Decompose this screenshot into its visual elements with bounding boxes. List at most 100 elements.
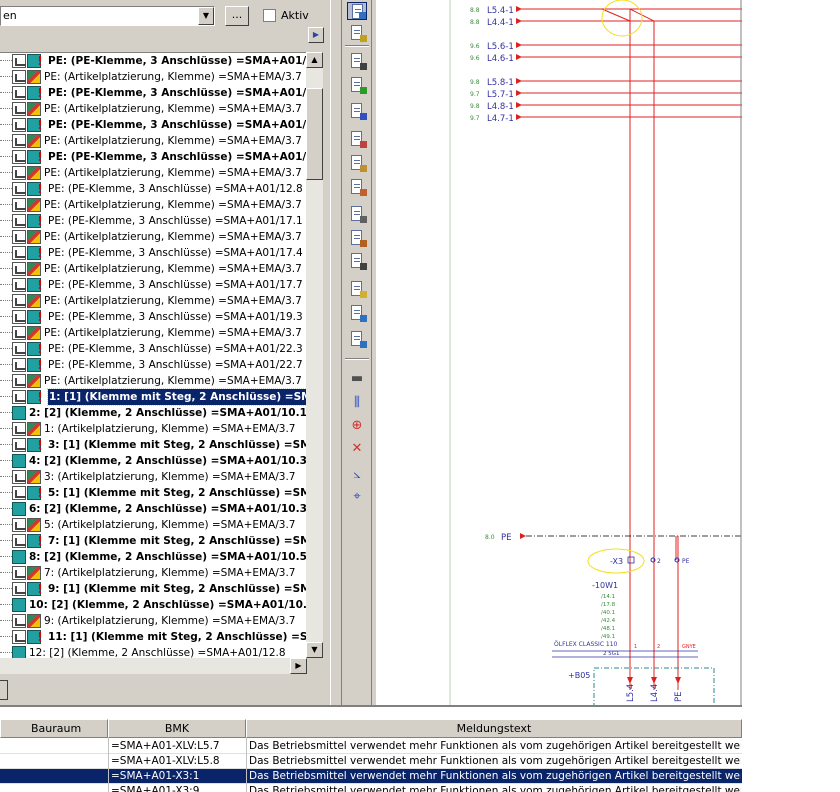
tree-item[interactable]: PE: (Artikelplatzierung, Klemme) =SMA+EM… xyxy=(0,261,306,277)
tree-item[interactable]: 3: (Artikelplatzierung, Klemme) =SMA+EMA… xyxy=(0,469,306,485)
toolbar-button-9[interactable] xyxy=(347,205,367,223)
tree-item[interactable]: 10: [2] (Klemme, 2 Anschlüsse) =SMA+A01/… xyxy=(0,597,306,613)
bridge-icon[interactable]: ⫼ xyxy=(347,394,367,412)
toolbar-button-7[interactable] xyxy=(347,154,367,172)
tree-item[interactable]: PE: (Artikelplatzierung, Klemme) =SMA+EM… xyxy=(0,197,306,213)
tree-item[interactable]: PE: (Artikelplatzierung, Klemme) =SMA+EM… xyxy=(0,69,306,85)
filter-combo[interactable]: en ▼ xyxy=(0,6,215,26)
warning-icon: ! xyxy=(37,390,43,404)
toolbar-button-13[interactable] xyxy=(347,304,367,322)
tree-item[interactable]: ! 11: [1] (Klemme mit Steg, 2 Anschlüsse)… xyxy=(0,629,306,645)
tree-item[interactable]: PE: (Artikelplatzierung, Klemme) =SMA+EM… xyxy=(0,165,306,181)
toolbar-button-4[interactable] xyxy=(347,76,367,94)
placement-icon xyxy=(27,230,41,244)
scroll-thumb[interactable] xyxy=(306,88,323,180)
arrow-right-icon[interactable]: ▶ xyxy=(308,27,324,43)
tree-item[interactable]: ! PE: (PE-Klemme, 3 Anschlüsse) =SMA+A01/… xyxy=(0,117,306,133)
toolbar-button-6[interactable] xyxy=(347,130,367,148)
tree-item[interactable]: ! PE: (PE-Klemme, 3 Anschlüsse) =SMA+A01/… xyxy=(0,53,306,69)
tree-item[interactable]: ! PE: (PE-Klemme, 3 Anschlüsse) =SMA+A01/… xyxy=(0,341,306,357)
cart-icon xyxy=(12,246,26,260)
tree-item[interactable]: 2: [2] (Klemme, 2 Anschlüsse) =SMA+A01/1… xyxy=(0,405,306,421)
column-header-bauraum[interactable]: Bauraum xyxy=(0,719,108,738)
toolbar-button-10[interactable] xyxy=(347,229,367,247)
tree-item[interactable]: ! 9: [1] (Klemme mit Steg, 2 Anschlüsse) … xyxy=(0,581,306,597)
tree-item[interactable]: ! 5: [1] (Klemme mit Steg, 2 Anschlüsse) … xyxy=(0,485,306,501)
toolbar-button-1[interactable] xyxy=(347,2,367,20)
message-row[interactable]: =SMA+A01-X3:1 Das Betriebsmittel verwende… xyxy=(0,769,742,784)
message-row[interactable]: =SMA+A01-X3:9 Das Betriebsmittel verwende… xyxy=(0,784,742,792)
toolbar-button-2[interactable] xyxy=(347,24,367,42)
pane-splitter[interactable] xyxy=(330,0,342,705)
tree-item[interactable]: ! PE: (PE-Klemme, 3 Anschlüsse) =SMA+A01/… xyxy=(0,85,306,101)
tree-item[interactable]: 4: [2] (Klemme, 2 Anschlüsse) =SMA+A01/1… xyxy=(0,453,306,469)
terminal-icon xyxy=(12,454,26,468)
potential-label: L4.6-1 xyxy=(487,54,514,64)
tree-item[interactable]: ! 3: [1] (Klemme mit Steg, 2 Anschlüsse) … xyxy=(0,437,306,453)
tree-item[interactable]: ! PE: (PE-Klemme, 3 Anschlüsse) =SMA+A01/… xyxy=(0,357,306,373)
toolbar-button-11[interactable] xyxy=(347,252,367,270)
tree-item[interactable]: PE: (Artikelplatzierung, Klemme) =SMA+EM… xyxy=(0,133,306,149)
terminal-icon xyxy=(12,550,26,564)
cable-note: /17.8 xyxy=(601,602,616,608)
toolbar-button-12[interactable] xyxy=(347,280,367,298)
scroll-down-icon[interactable]: ▼ xyxy=(306,642,323,658)
tree-item[interactable]: ! PE: (PE-Klemme, 3 Anschlüsse) =SMA+A01/… xyxy=(0,277,306,293)
tree-item[interactable]: PE: (Artikelplatzierung, Klemme) =SMA+EM… xyxy=(0,373,306,389)
tree-item[interactable]: ! PE: (PE-Klemme, 3 Anschlüsse) =SMA+A01/… xyxy=(0,181,306,197)
tree-item[interactable]: ! PE: (PE-Klemme, 3 Anschlüsse) =SMA+A01/… xyxy=(0,149,306,165)
toolbar-button-8[interactable] xyxy=(347,178,367,196)
wire-arrow xyxy=(520,533,526,539)
active-checkbox[interactable] xyxy=(263,9,276,22)
tree-item[interactable]: PE: (Artikelplatzierung, Klemme) =SMA+EM… xyxy=(0,101,306,117)
tree-item[interactable]: ! PE: (PE-Klemme, 3 Anschlüsse) =SMA+A01/… xyxy=(0,309,306,325)
tree-item[interactable]: 9: (Artikelplatzierung, Klemme) =SMA+EMA… xyxy=(0,613,306,629)
potential-label: L5.7-1 xyxy=(487,90,514,100)
tree-item[interactable]: 1: (Artikelplatzierung, Klemme) =SMA+EMA… xyxy=(0,421,306,437)
column-divider xyxy=(108,738,109,792)
schematic-canvas[interactable]: 8.8 L5.4-1 8.8 L4.4-1 9.6 L5.6-1 9.6 L4.6-1 9.8 L… xyxy=(376,0,742,705)
tree-item[interactable]: PE: (Artikelplatzierung, Klemme) =SMA+EM… xyxy=(0,229,306,245)
connection-point-icon[interactable]: ⊕ xyxy=(347,417,367,435)
column-header-bmk[interactable]: BMK xyxy=(108,719,246,738)
tree-item[interactable]: 12: [2] (Klemme, 2 Anschlüsse) =SMA+A01/… xyxy=(0,645,306,658)
message-text: Das Betriebsmittel verwendet mehr Funkti… xyxy=(249,770,741,782)
tree-item[interactable]: PE: (Artikelplatzierung, Klemme) =SMA+EM… xyxy=(0,325,306,341)
tree-item[interactable]: ! 1: [1] (Klemme mit Steg, 2 Anschlüsse) … xyxy=(0,388,306,406)
tree-item[interactable]: 5: (Artikelplatzierung, Klemme) =SMA+EMA… xyxy=(0,517,306,533)
pane-tab[interactable] xyxy=(0,680,8,700)
toolbar-button-5[interactable] xyxy=(347,102,367,120)
bar-icon xyxy=(360,141,367,148)
cart-icon xyxy=(12,134,26,148)
scroll-right-icon[interactable]: ▶ xyxy=(290,658,307,674)
toolbar-button-3[interactable] xyxy=(347,52,367,70)
tree-item[interactable]: 6: [2] (Klemme, 2 Anschlüsse) =SMA+A01/1… xyxy=(0,501,306,517)
tree-vertical-scrollbar[interactable]: ▲ ▼ xyxy=(306,52,323,658)
tree-item[interactable]: 8: [2] (Klemme, 2 Anschlüsse) =SMA+A01/1… xyxy=(0,549,306,565)
tree-item[interactable]: 7: (Artikelplatzierung, Klemme) =SMA+EMA… xyxy=(0,565,306,581)
angle-icon[interactable]: ⦣ xyxy=(347,466,367,484)
warning-icon: ! xyxy=(37,278,43,292)
chevron-down-icon[interactable]: ▼ xyxy=(198,7,214,25)
crosshair-icon[interactable]: ⌖ xyxy=(347,488,367,506)
message-row[interactable]: =SMA+A01-XLV:L5.7 Das Betriebsmittel verw… xyxy=(0,739,742,754)
tree-item[interactable]: ! PE: (PE-Klemme, 3 Anschlüsse) =SMA+A01/… xyxy=(0,213,306,229)
tree-item[interactable]: ! 7: [1] (Klemme mit Steg, 2 Anschlüsse) … xyxy=(0,533,306,549)
message-row[interactable]: =SMA+A01-XLV:L5.8 Das Betriebsmittel verw… xyxy=(0,754,742,769)
tree-item[interactable]: ! PE: (PE-Klemme, 3 Anschlüsse) =SMA+A01/… xyxy=(0,245,306,261)
message-panel: Bauraum BMK Meldungstext =SMA+A01-XLV:L5… xyxy=(0,705,742,792)
interrupt-point-icon[interactable]: ✕ xyxy=(347,440,367,458)
scroll-up-icon[interactable]: ▲ xyxy=(306,52,323,68)
tree-horizontal-scrollbar[interactable]: ▶ xyxy=(0,658,307,674)
warning-icon: ! xyxy=(37,182,43,196)
cart-icon xyxy=(12,86,26,100)
toolbar-button-14[interactable] xyxy=(347,330,367,348)
device-tree[interactable]: ! PE: (PE-Klemme, 3 Anschlüsse) =SMA+A01/… xyxy=(0,52,306,658)
cart-icon xyxy=(12,358,26,372)
filter-browse-button[interactable]: ... xyxy=(225,6,249,26)
tree-item[interactable]: PE: (Artikelplatzierung, Klemme) =SMA+EM… xyxy=(0,293,306,309)
terminal-strip-icon[interactable]: ▬ xyxy=(347,370,367,388)
placement-icon xyxy=(27,166,41,180)
tree-item-label: PE: (Artikelplatzierung, Klemme) =SMA+EM… xyxy=(44,231,302,243)
column-header-message[interactable]: Meldungstext xyxy=(246,719,742,738)
